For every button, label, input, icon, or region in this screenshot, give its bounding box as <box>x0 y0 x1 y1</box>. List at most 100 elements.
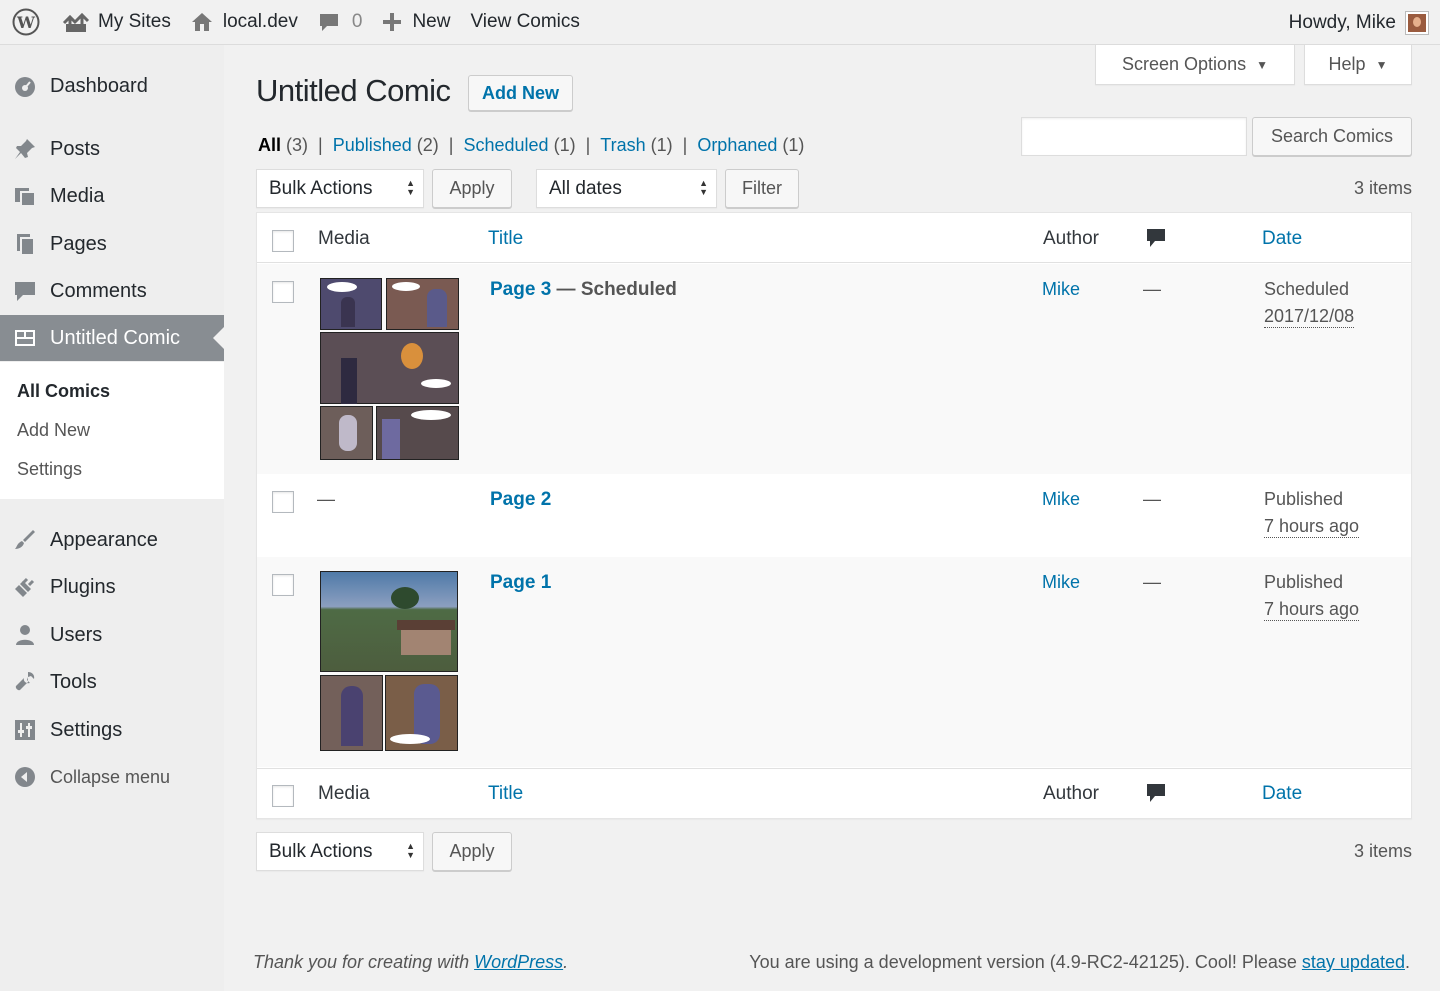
help-button[interactable]: Help ▼ <box>1304 45 1412 85</box>
row-author[interactable]: Mike <box>1042 572 1080 593</box>
row-comments: — <box>1143 279 1161 299</box>
howdy-label: Howdy, Mike <box>1288 11 1396 33</box>
row-author[interactable]: Mike <box>1042 279 1080 300</box>
menu-settings[interactable]: Settings <box>0 707 224 753</box>
menu-comments[interactable]: Comments <box>0 268 224 314</box>
view-comics-link[interactable]: View Comics <box>460 0 589 45</box>
comments-column-icon[interactable] <box>1145 782 1167 810</box>
comic-thumbnail[interactable] <box>320 571 458 751</box>
filter-count: (1) <box>553 135 576 155</box>
row-checkbox[interactable] <box>272 491 294 513</box>
column-date[interactable]: Date <box>1262 228 1302 250</box>
avatar <box>1405 10 1429 35</box>
row-title-link[interactable]: Page 1 <box>490 572 551 594</box>
footer-thanks-suffix: . <box>563 952 569 972</box>
menu-label: Pages <box>50 232 107 255</box>
bulk-actions-select[interactable]: Bulk Actions ▲ ▼ <box>256 169 424 208</box>
footer-version-suffix: . <box>1404 952 1410 972</box>
screen-options-button[interactable]: Screen Options ▼ <box>1095 45 1295 85</box>
bulk-actions-select-bottom[interactable]: Bulk Actions ▲ ▼ <box>256 832 424 871</box>
my-sites-icon <box>62 11 90 33</box>
select-arrows-icon: ▲ ▼ <box>699 178 708 197</box>
filter-button[interactable]: Filter <box>725 169 799 208</box>
menu-dashboard[interactable]: Dashboard <box>0 63 224 109</box>
filter-count: (2) <box>416 135 439 155</box>
submenu-settings[interactable]: Settings <box>17 459 82 480</box>
add-new-button[interactable]: Add New <box>468 75 573 111</box>
site-name-label: local.dev <box>222 11 298 32</box>
column-media: Media <box>318 783 370 804</box>
search-comics-button[interactable]: Search Comics <box>1252 117 1412 156</box>
column-title[interactable]: Title <box>488 783 523 805</box>
table-row: Page 1 Mike — Published 7 hours ago <box>257 557 1411 767</box>
date-filter-select[interactable]: All dates ▲ ▼ <box>536 169 717 208</box>
row-checkbox[interactable] <box>272 574 294 596</box>
comments-count: 0 <box>351 11 363 32</box>
menu-label: Comments <box>50 279 147 302</box>
menu-label: Tools <box>50 670 97 693</box>
apply-button[interactable]: Apply <box>432 169 512 208</box>
wordpress-logo-icon[interactable]: W <box>0 0 52 45</box>
menu-plugins[interactable]: Plugins <box>0 564 224 610</box>
row-date-status: Scheduled <box>1264 279 1350 299</box>
row-author[interactable]: Mike <box>1042 489 1080 510</box>
items-count-bottom: 3 items <box>1353 841 1412 861</box>
row-title-link[interactable]: Page 2 <box>490 489 551 511</box>
row-title-link[interactable]: Page 3 — Scheduled <box>490 279 677 301</box>
my-sites-menu[interactable]: My Sites <box>52 0 181 45</box>
caret-down-icon: ▼ <box>1256 57 1268 72</box>
apply-button-bottom[interactable]: Apply <box>432 832 512 871</box>
items-count: 3 items <box>1353 178 1412 198</box>
row-title: Page 1 <box>490 572 552 593</box>
menu-tools[interactable]: Tools <box>0 659 224 705</box>
menu-label: Plugins <box>50 575 116 598</box>
filter-scheduled[interactable]: Scheduled (1) <box>463 135 575 156</box>
filter-count: (1) <box>782 135 805 155</box>
comments-menu[interactable]: 0 <box>308 0 373 45</box>
comics-table: Media Title Author Date Page 3 — Schedul… <box>256 212 1412 819</box>
column-date[interactable]: Date <box>1262 783 1302 805</box>
menu-label: Dashboard <box>50 74 148 97</box>
wrench-icon <box>0 670 50 694</box>
table-row: — Page 2 Mike — Published 7 hours ago <box>257 474 1411 557</box>
submenu-all-comics[interactable]: All Comics <box>17 381 110 402</box>
separator: | <box>682 135 688 155</box>
home-icon <box>191 11 213 33</box>
menu-collapse[interactable]: Collapse menu <box>0 754 224 800</box>
row-checkbox[interactable] <box>272 281 294 303</box>
page-title: Untitled Comic <box>256 73 451 108</box>
new-content-menu[interactable]: New <box>372 0 460 45</box>
filter-orphaned[interactable]: Orphaned (1) <box>697 135 804 156</box>
filter-count: (3) <box>286 135 309 155</box>
comic-thumbnail[interactable] <box>320 278 459 460</box>
submenu-add-new[interactable]: Add New <box>17 420 90 441</box>
menu-label: Posts <box>50 137 101 160</box>
menu-media[interactable]: Media <box>0 173 224 219</box>
select-all-checkbox[interactable] <box>272 785 294 807</box>
my-account-menu[interactable]: Howdy, Mike <box>1288 0 1429 45</box>
search-input[interactable] <box>1021 117 1247 156</box>
footer-thankyou: Thank you for creating with WordPress. <box>253 952 568 973</box>
view-comics-label: View Comics <box>470 11 580 32</box>
column-title[interactable]: Title <box>488 228 523 250</box>
filter-all[interactable]: All (3) <box>258 135 308 156</box>
filter-published[interactable]: Published (2) <box>333 135 439 156</box>
stay-updated-link[interactable]: stay updated <box>1302 952 1405 972</box>
wordpress-link[interactable]: WordPress <box>474 952 563 972</box>
menu-users[interactable]: Users <box>0 612 224 658</box>
select-all-checkbox[interactable] <box>272 230 294 252</box>
menu-pages[interactable]: Pages <box>0 221 224 267</box>
menu-label: Media <box>50 184 105 207</box>
menu-appearance[interactable]: Appearance <box>0 517 224 563</box>
site-name-menu[interactable]: local.dev <box>181 0 308 45</box>
footer-version: You are using a development version (4.9… <box>749 952 1410 973</box>
row-comments: — <box>1143 572 1161 592</box>
comments-column-icon[interactable] <box>1145 227 1167 255</box>
menu-posts[interactable]: Posts <box>0 126 224 172</box>
filter-scheduled-label: Scheduled <box>463 135 549 155</box>
menu-untitled-comic[interactable]: Untitled Comic <box>0 315 224 361</box>
pin-icon <box>0 137 50 161</box>
admin-menu: Dashboard Posts Media Pages Comments Unt… <box>0 45 224 991</box>
filter-trash[interactable]: Trash (1) <box>600 135 672 156</box>
svg-text:W: W <box>16 13 36 32</box>
